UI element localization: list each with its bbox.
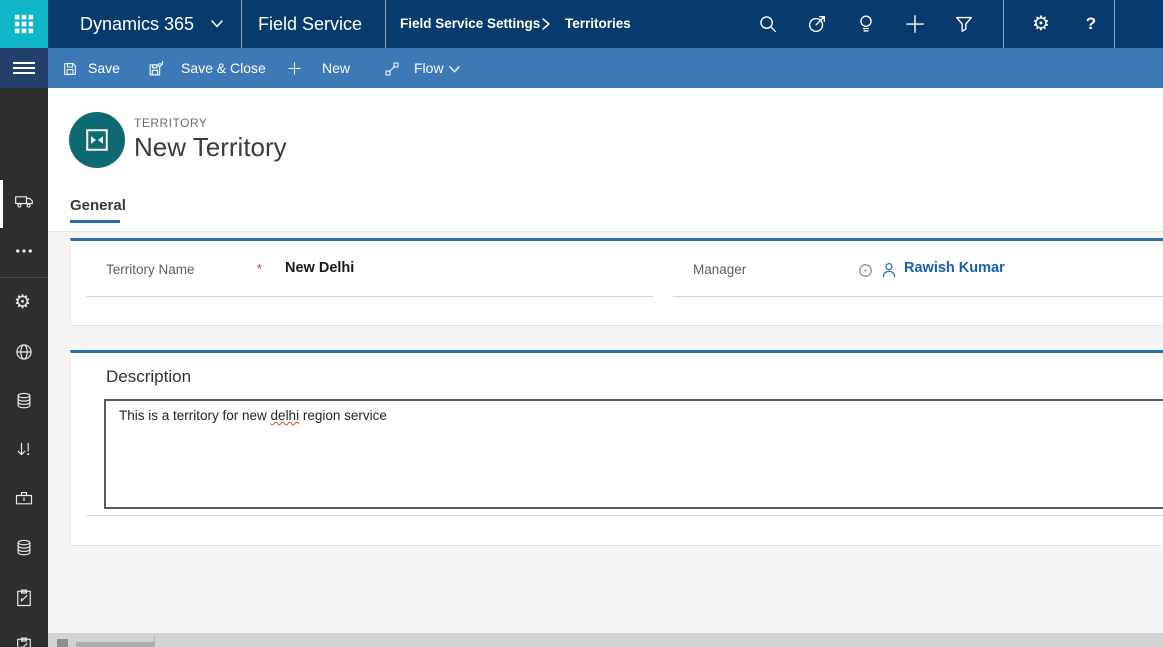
misspelled-word: delhi (270, 408, 300, 423)
database-icon (14, 391, 34, 411)
description-text: This is a territory for new delhi region… (119, 408, 387, 423)
sidebar-item-toolbox[interactable] (14, 488, 34, 508)
territory-name-value[interactable]: New Delhi (285, 260, 354, 276)
database-icon (14, 538, 34, 558)
manager-lookup-value[interactable]: Rawish Kumar (904, 260, 1005, 276)
flow-button[interactable]: Flow (414, 48, 444, 88)
sidebar-item-work-orders[interactable] (14, 588, 34, 608)
active-tab-underline (70, 220, 120, 223)
status-text-clipped (76, 642, 154, 647)
active-item-indicator (0, 180, 3, 228)
territory-name-label: Territory Name (106, 262, 195, 277)
new-plus-icon (287, 61, 302, 76)
toolbox-icon (14, 488, 34, 508)
status-divider (154, 636, 155, 647)
description-section-card: Description This is a territory for new … (70, 350, 1163, 546)
search-icon (757, 13, 779, 35)
hamburger-menu-button[interactable] (0, 48, 48, 88)
hamburger-icon (13, 61, 35, 75)
entity-type-label: TERRITORY (134, 116, 208, 130)
sidebar-item-data[interactable] (14, 391, 34, 411)
chevron-down-icon[interactable] (210, 19, 224, 29)
plus-icon (904, 13, 926, 35)
question-mark-icon: ? (1085, 14, 1097, 33)
topbar-divider (241, 0, 242, 48)
new-button[interactable]: New (322, 48, 350, 88)
required-asterisk: * (257, 261, 263, 276)
tab-row-border (48, 231, 1163, 232)
waffle-icon (13, 13, 35, 35)
status-bar (48, 633, 1163, 647)
sidebar-item-settings[interactable]: ⚙ (14, 293, 34, 313)
insights-button[interactable] (851, 0, 881, 48)
tab-general[interactable]: General (70, 197, 126, 214)
sidebar-item-resources[interactable] (14, 191, 34, 211)
status-save-icon (57, 639, 68, 647)
globe-icon (14, 342, 34, 362)
clipboard-edit-icon (14, 588, 34, 608)
topbar-divider (1114, 0, 1115, 48)
page-title: New Territory (134, 132, 287, 162)
field-underline (86, 515, 1163, 516)
territory-entity-icon (84, 127, 110, 153)
field-underline (673, 296, 1163, 297)
gear-icon: ⚙ (14, 292, 32, 313)
clipboard-edit-icon (14, 636, 34, 647)
guided-tasks-button[interactable] (802, 0, 832, 48)
save-and-close-button[interactable]: Save & Close (181, 48, 266, 88)
gear-icon: ⚙ (1032, 13, 1050, 35)
lightbulb-icon (855, 13, 877, 35)
description-heading: Description (106, 367, 192, 386)
arrow-down-exclaim-icon (14, 440, 34, 460)
breadcrumb-parent[interactable]: Field Service Settings (400, 0, 540, 48)
sidebar-item-datasets[interactable] (14, 538, 34, 558)
save-icon (62, 61, 78, 77)
summary-section-card: Territory Name * New Delhi Manager Rawis… (70, 238, 1163, 326)
flow-icon (384, 61, 400, 77)
command-bar: Save Save & Close New Flow (0, 48, 1163, 88)
sitemap-sidebar: ⚙ (0, 88, 48, 647)
breadcrumb-current[interactable]: Territories (565, 0, 631, 48)
chevron-right-icon (540, 17, 552, 31)
compass-arrow-icon (806, 13, 828, 35)
module-title[interactable]: Field Service (258, 0, 362, 48)
field-underline (86, 296, 653, 297)
description-textarea[interactable]: This is a territory for new delhi region… (104, 399, 1163, 509)
save-button[interactable]: Save (88, 48, 120, 88)
person-icon (880, 261, 898, 279)
topbar-divider (1003, 0, 1004, 48)
ellipsis-icon (14, 241, 34, 261)
truck-icon (14, 191, 34, 211)
search-button[interactable] (753, 0, 783, 48)
sidebar-item-territories[interactable] (14, 342, 34, 362)
funnel-icon (953, 13, 975, 35)
app-title[interactable]: Dynamics 365 (80, 0, 194, 48)
entity-avatar (69, 112, 125, 168)
top-nav-bar: Dynamics 365 Field Service Field Service… (0, 0, 1163, 48)
flow-chevron-down-icon[interactable] (448, 65, 461, 74)
sidebar-item-agreements[interactable] (14, 636, 34, 647)
sidebar-separator (0, 277, 48, 278)
save-and-close-icon (148, 60, 165, 77)
app-window: Dynamics 365 Field Service Field Service… (0, 0, 1163, 647)
settings-button[interactable]: ⚙ (1026, 0, 1056, 48)
record-status-icon (858, 263, 873, 278)
topbar-divider (385, 0, 386, 48)
help-button[interactable]: ? (1076, 0, 1106, 48)
sidebar-item-more[interactable] (14, 241, 34, 261)
manager-label: Manager (693, 262, 747, 277)
quick-create-button[interactable] (900, 0, 930, 48)
waffle-menu-button[interactable] (0, 0, 48, 48)
advanced-find-button[interactable] (949, 0, 979, 48)
sidebar-item-import[interactable] (14, 440, 34, 460)
